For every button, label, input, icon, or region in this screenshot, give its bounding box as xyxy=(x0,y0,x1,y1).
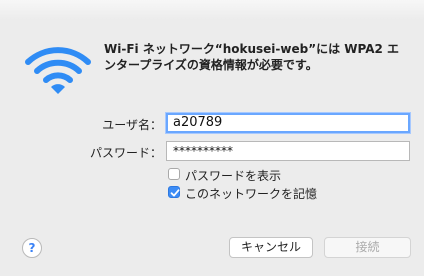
remember-network-label: このネットワークを記憶 xyxy=(185,187,318,201)
username-row: ユーザ名： a20789 xyxy=(0,113,424,135)
cancel-button[interactable]: キャンセル xyxy=(229,237,313,258)
wifi-credentials-dialog: Wi-Fi ネットワーク“hokusei-web”には WPA2 エンタープライ… xyxy=(0,0,424,276)
help-button[interactable]: ? xyxy=(22,238,42,258)
checkmark-icon xyxy=(170,189,180,197)
connect-button[interactable]: 接続 xyxy=(324,237,411,258)
show-password-checkbox[interactable] xyxy=(168,168,180,180)
remember-network-checkbox[interactable] xyxy=(168,186,180,198)
username-label: ユーザ名： xyxy=(102,118,162,132)
username-field[interactable]: a20789 xyxy=(166,113,410,133)
password-label: パスワード： xyxy=(89,146,162,160)
wifi-icon xyxy=(25,47,91,94)
dialog-message: Wi-Fi ネットワーク“hokusei-web”には WPA2 エンタープライ… xyxy=(104,42,400,72)
show-password-label: パスワードを表示 xyxy=(185,169,282,183)
password-field[interactable]: ********** xyxy=(166,141,410,161)
dialog-top-bar xyxy=(0,0,424,20)
password-row: パスワード： ********** xyxy=(0,141,424,163)
